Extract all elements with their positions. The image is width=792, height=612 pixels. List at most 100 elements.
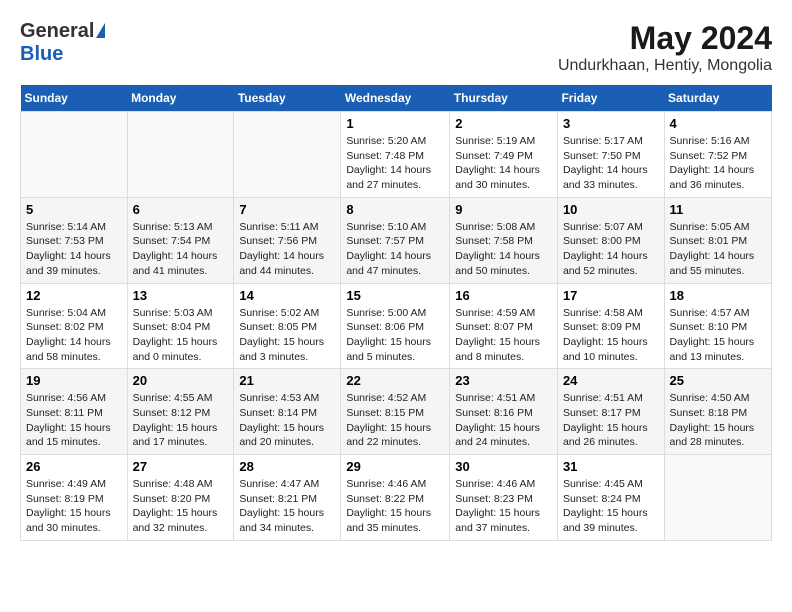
calendar-cell: 18 Sunrise: 4:57 AM Sunset: 8:10 PM Dayli… <box>664 283 771 369</box>
day-info: Sunrise: 5:05 AM Sunset: 8:01 PM Dayligh… <box>670 220 766 279</box>
logo-general: General <box>20 20 94 43</box>
day-number: 12 <box>26 288 122 303</box>
day-number: 5 <box>26 202 122 217</box>
day-number: 10 <box>563 202 659 217</box>
calendar-cell <box>664 455 771 541</box>
day-info: Sunrise: 5:08 AM Sunset: 7:58 PM Dayligh… <box>455 220 552 279</box>
calendar-cell: 24 Sunrise: 4:51 AM Sunset: 8:17 PM Dayli… <box>557 369 664 455</box>
day-number: 8 <box>346 202 444 217</box>
calendar-cell: 29Sunrise: 4:46 AM Sunset: 8:22 PM Dayli… <box>341 455 450 541</box>
calendar-week-1: 1 Sunrise: 5:20 AM Sunset: 7:48 PM Daylig… <box>21 112 772 198</box>
day-number: 3 <box>563 116 659 131</box>
calendar-cell: 30 Sunrise: 4:46 AM Sunset: 8:23 PM Dayli… <box>450 455 558 541</box>
day-number: 27 <box>133 459 229 474</box>
day-info: Sunrise: 5:17 AM Sunset: 7:50 PM Dayligh… <box>563 134 659 193</box>
day-info: Sunrise: 4:49 AM Sunset: 8:19 PM Dayligh… <box>26 477 122 536</box>
calendar-cell: 27 Sunrise: 4:48 AM Sunset: 8:20 PM Dayli… <box>127 455 234 541</box>
calendar-cell: 28Sunrise: 4:47 AM Sunset: 8:21 PM Dayli… <box>234 455 341 541</box>
calendar-cell <box>127 112 234 198</box>
day-number: 29 <box>346 459 444 474</box>
calendar-cell: 4Sunrise: 5:16 AM Sunset: 7:52 PM Daylig… <box>664 112 771 198</box>
page-header: General Blue May 2024 Undurkhaan, Hentiy… <box>20 20 772 75</box>
day-number: 18 <box>670 288 766 303</box>
day-number: 30 <box>455 459 552 474</box>
calendar-cell: 26 Sunrise: 4:49 AM Sunset: 8:19 PM Dayli… <box>21 455 128 541</box>
day-number: 14 <box>239 288 335 303</box>
day-number: 23 <box>455 373 552 388</box>
day-number: 19 <box>26 373 122 388</box>
day-info: Sunrise: 4:51 AM Sunset: 8:16 PM Dayligh… <box>455 391 552 450</box>
logo-blue: Blue <box>20 43 105 66</box>
calendar-cell <box>21 112 128 198</box>
day-info: Sunrise: 4:48 AM Sunset: 8:20 PM Dayligh… <box>133 477 229 536</box>
calendar-table: SundayMondayTuesdayWednesdayThursdayFrid… <box>20 85 772 541</box>
column-header-sunday: Sunday <box>21 85 128 112</box>
day-info: Sunrise: 5:19 AM Sunset: 7:49 PM Dayligh… <box>455 134 552 193</box>
day-info: Sunrise: 4:59 AM Sunset: 8:07 PM Dayligh… <box>455 306 552 365</box>
calendar-cell: 3 Sunrise: 5:17 AM Sunset: 7:50 PM Daylig… <box>557 112 664 198</box>
calendar-cell: 6 Sunrise: 5:13 AM Sunset: 7:54 PM Daylig… <box>127 197 234 283</box>
day-number: 6 <box>133 202 229 217</box>
day-number: 20 <box>133 373 229 388</box>
column-header-friday: Friday <box>557 85 664 112</box>
calendar-cell: 20Sunrise: 4:55 AM Sunset: 8:12 PM Dayli… <box>127 369 234 455</box>
calendar-cell: 10 Sunrise: 5:07 AM Sunset: 8:00 PM Dayli… <box>557 197 664 283</box>
logo-triangle-icon <box>96 23 105 38</box>
calendar-week-3: 12 Sunrise: 5:04 AM Sunset: 8:02 PM Dayli… <box>21 283 772 369</box>
day-number: 11 <box>670 202 766 217</box>
calendar-week-4: 19 Sunrise: 4:56 AM Sunset: 8:11 PM Dayli… <box>21 369 772 455</box>
calendar-cell: 12 Sunrise: 5:04 AM Sunset: 8:02 PM Dayli… <box>21 283 128 369</box>
day-info: Sunrise: 5:10 AM Sunset: 7:57 PM Dayligh… <box>346 220 444 279</box>
calendar-cell: 5 Sunrise: 5:14 AM Sunset: 7:53 PM Daylig… <box>21 197 128 283</box>
calendar-cell: 17Sunrise: 4:58 AM Sunset: 8:09 PM Dayli… <box>557 283 664 369</box>
day-number: 22 <box>346 373 444 388</box>
column-header-wednesday: Wednesday <box>341 85 450 112</box>
day-info: Sunrise: 5:13 AM Sunset: 7:54 PM Dayligh… <box>133 220 229 279</box>
day-info: Sunrise: 5:14 AM Sunset: 7:53 PM Dayligh… <box>26 220 122 279</box>
day-info: Sunrise: 5:04 AM Sunset: 8:02 PM Dayligh… <box>26 306 122 365</box>
calendar-cell: 22 Sunrise: 4:52 AM Sunset: 8:15 PM Dayli… <box>341 369 450 455</box>
day-info: Sunrise: 4:45 AM Sunset: 8:24 PM Dayligh… <box>563 477 659 536</box>
day-number: 7 <box>239 202 335 217</box>
calendar-cell: 16Sunrise: 4:59 AM Sunset: 8:07 PM Dayli… <box>450 283 558 369</box>
calendar-cell: 23 Sunrise: 4:51 AM Sunset: 8:16 PM Dayli… <box>450 369 558 455</box>
calendar-location: Undurkhaan, Hentiy, Mongolia <box>558 57 772 75</box>
calendar-cell: 25 Sunrise: 4:50 AM Sunset: 8:18 PM Dayli… <box>664 369 771 455</box>
title-section: May 2024 Undurkhaan, Hentiy, Mongolia <box>558 20 772 75</box>
day-number: 21 <box>239 373 335 388</box>
day-info: Sunrise: 5:07 AM Sunset: 8:00 PM Dayligh… <box>563 220 659 279</box>
day-info: Sunrise: 4:57 AM Sunset: 8:10 PM Dayligh… <box>670 306 766 365</box>
day-info: Sunrise: 4:52 AM Sunset: 8:15 PM Dayligh… <box>346 391 444 450</box>
day-info: Sunrise: 4:56 AM Sunset: 8:11 PM Dayligh… <box>26 391 122 450</box>
day-number: 15 <box>346 288 444 303</box>
calendar-cell: 14 Sunrise: 5:02 AM Sunset: 8:05 PM Dayli… <box>234 283 341 369</box>
calendar-cell: 19 Sunrise: 4:56 AM Sunset: 8:11 PM Dayli… <box>21 369 128 455</box>
column-header-tuesday: Tuesday <box>234 85 341 112</box>
day-number: 4 <box>670 116 766 131</box>
calendar-header: SundayMondayTuesdayWednesdayThursdayFrid… <box>21 85 772 112</box>
day-info: Sunrise: 4:51 AM Sunset: 8:17 PM Dayligh… <box>563 391 659 450</box>
calendar-cell: 2 Sunrise: 5:19 AM Sunset: 7:49 PM Daylig… <box>450 112 558 198</box>
calendar-cell: 1 Sunrise: 5:20 AM Sunset: 7:48 PM Daylig… <box>341 112 450 198</box>
column-header-monday: Monday <box>127 85 234 112</box>
calendar-cell: 15Sunrise: 5:00 AM Sunset: 8:06 PM Dayli… <box>341 283 450 369</box>
day-number: 26 <box>26 459 122 474</box>
calendar-cell: 13 Sunrise: 5:03 AM Sunset: 8:04 PM Dayli… <box>127 283 234 369</box>
day-number: 24 <box>563 373 659 388</box>
day-number: 1 <box>346 116 444 131</box>
calendar-title: May 2024 <box>558 20 772 57</box>
calendar-cell: 21 Sunrise: 4:53 AM Sunset: 8:14 PM Dayli… <box>234 369 341 455</box>
day-info: Sunrise: 4:46 AM Sunset: 8:23 PM Dayligh… <box>455 477 552 536</box>
day-info: Sunrise: 5:03 AM Sunset: 8:04 PM Dayligh… <box>133 306 229 365</box>
day-info: Sunrise: 4:47 AM Sunset: 8:21 PM Dayligh… <box>239 477 335 536</box>
day-info: Sunrise: 5:02 AM Sunset: 8:05 PM Dayligh… <box>239 306 335 365</box>
day-number: 2 <box>455 116 552 131</box>
calendar-week-5: 26 Sunrise: 4:49 AM Sunset: 8:19 PM Dayli… <box>21 455 772 541</box>
day-info: Sunrise: 4:50 AM Sunset: 8:18 PM Dayligh… <box>670 391 766 450</box>
calendar-cell: 11 Sunrise: 5:05 AM Sunset: 8:01 PM Dayli… <box>664 197 771 283</box>
column-header-saturday: Saturday <box>664 85 771 112</box>
day-info: Sunrise: 4:53 AM Sunset: 8:14 PM Dayligh… <box>239 391 335 450</box>
day-info: Sunrise: 5:20 AM Sunset: 7:48 PM Dayligh… <box>346 134 444 193</box>
day-number: 25 <box>670 373 766 388</box>
day-number: 13 <box>133 288 229 303</box>
